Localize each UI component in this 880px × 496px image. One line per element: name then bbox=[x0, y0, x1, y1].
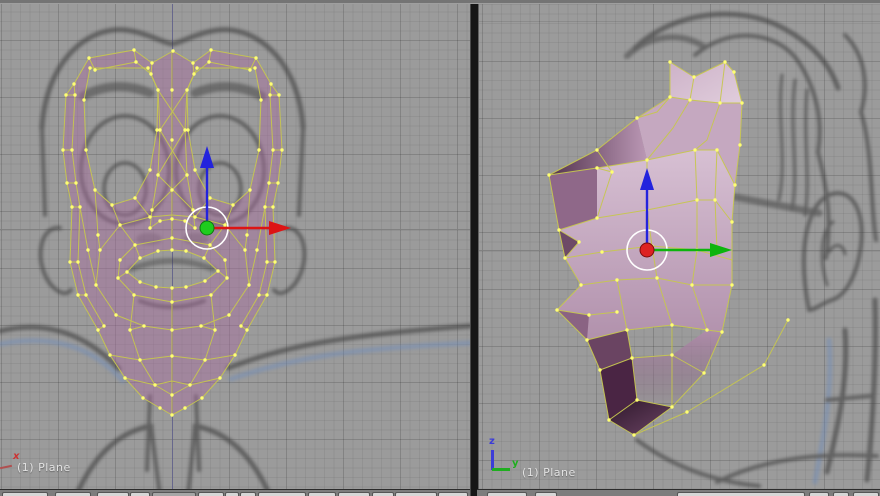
blender-window: x (1) Plane z y (1) Plane bbox=[0, 0, 880, 496]
object-name-label-side: (1) Plane bbox=[522, 466, 576, 479]
header-button[interactable] bbox=[833, 492, 849, 496]
top-edge-strip bbox=[0, 0, 880, 4]
axis-z-icon: z bbox=[489, 436, 495, 447]
facet-jaw bbox=[632, 330, 722, 407]
header-button[interactable] bbox=[395, 492, 437, 496]
translate-arrow-x[interactable] bbox=[269, 221, 291, 235]
header-button[interactable] bbox=[535, 492, 557, 496]
header-strip-front bbox=[0, 489, 470, 496]
header-button[interactable] bbox=[2, 492, 48, 496]
header-button[interactable] bbox=[308, 492, 336, 496]
header-button[interactable] bbox=[853, 492, 879, 496]
header-button[interactable] bbox=[258, 492, 306, 496]
viewport-divider[interactable] bbox=[470, 0, 479, 496]
header-button[interactable] bbox=[240, 492, 256, 496]
pivot-dot bbox=[199, 220, 215, 236]
header-button[interactable] bbox=[487, 492, 527, 496]
header-button[interactable] bbox=[225, 492, 239, 496]
translate-arrow-z[interactable] bbox=[200, 146, 214, 168]
axis-z-bar-icon bbox=[491, 450, 494, 470]
header-menu-field[interactable] bbox=[677, 492, 805, 496]
mesh-side[interactable] bbox=[547, 60, 790, 437]
header-button[interactable] bbox=[438, 492, 468, 496]
header-button[interactable] bbox=[97, 492, 129, 496]
header-button[interactable] bbox=[809, 492, 829, 496]
axis-y-icon: y bbox=[512, 458, 519, 469]
pivot-dot bbox=[639, 242, 655, 258]
header-button[interactable] bbox=[338, 492, 370, 496]
object-name-label-front: (1) Plane bbox=[17, 461, 71, 474]
viewport-front[interactable]: x (1) Plane bbox=[0, 0, 470, 496]
header-button[interactable] bbox=[372, 492, 394, 496]
axis-y-bar-icon bbox=[492, 468, 510, 471]
header-button[interactable] bbox=[198, 492, 224, 496]
viewport-side[interactable]: z y (1) Plane bbox=[477, 0, 880, 496]
header-button[interactable] bbox=[152, 492, 196, 496]
header-button[interactable] bbox=[130, 492, 150, 496]
header-strip-side bbox=[477, 489, 880, 496]
header-button[interactable] bbox=[55, 492, 91, 496]
